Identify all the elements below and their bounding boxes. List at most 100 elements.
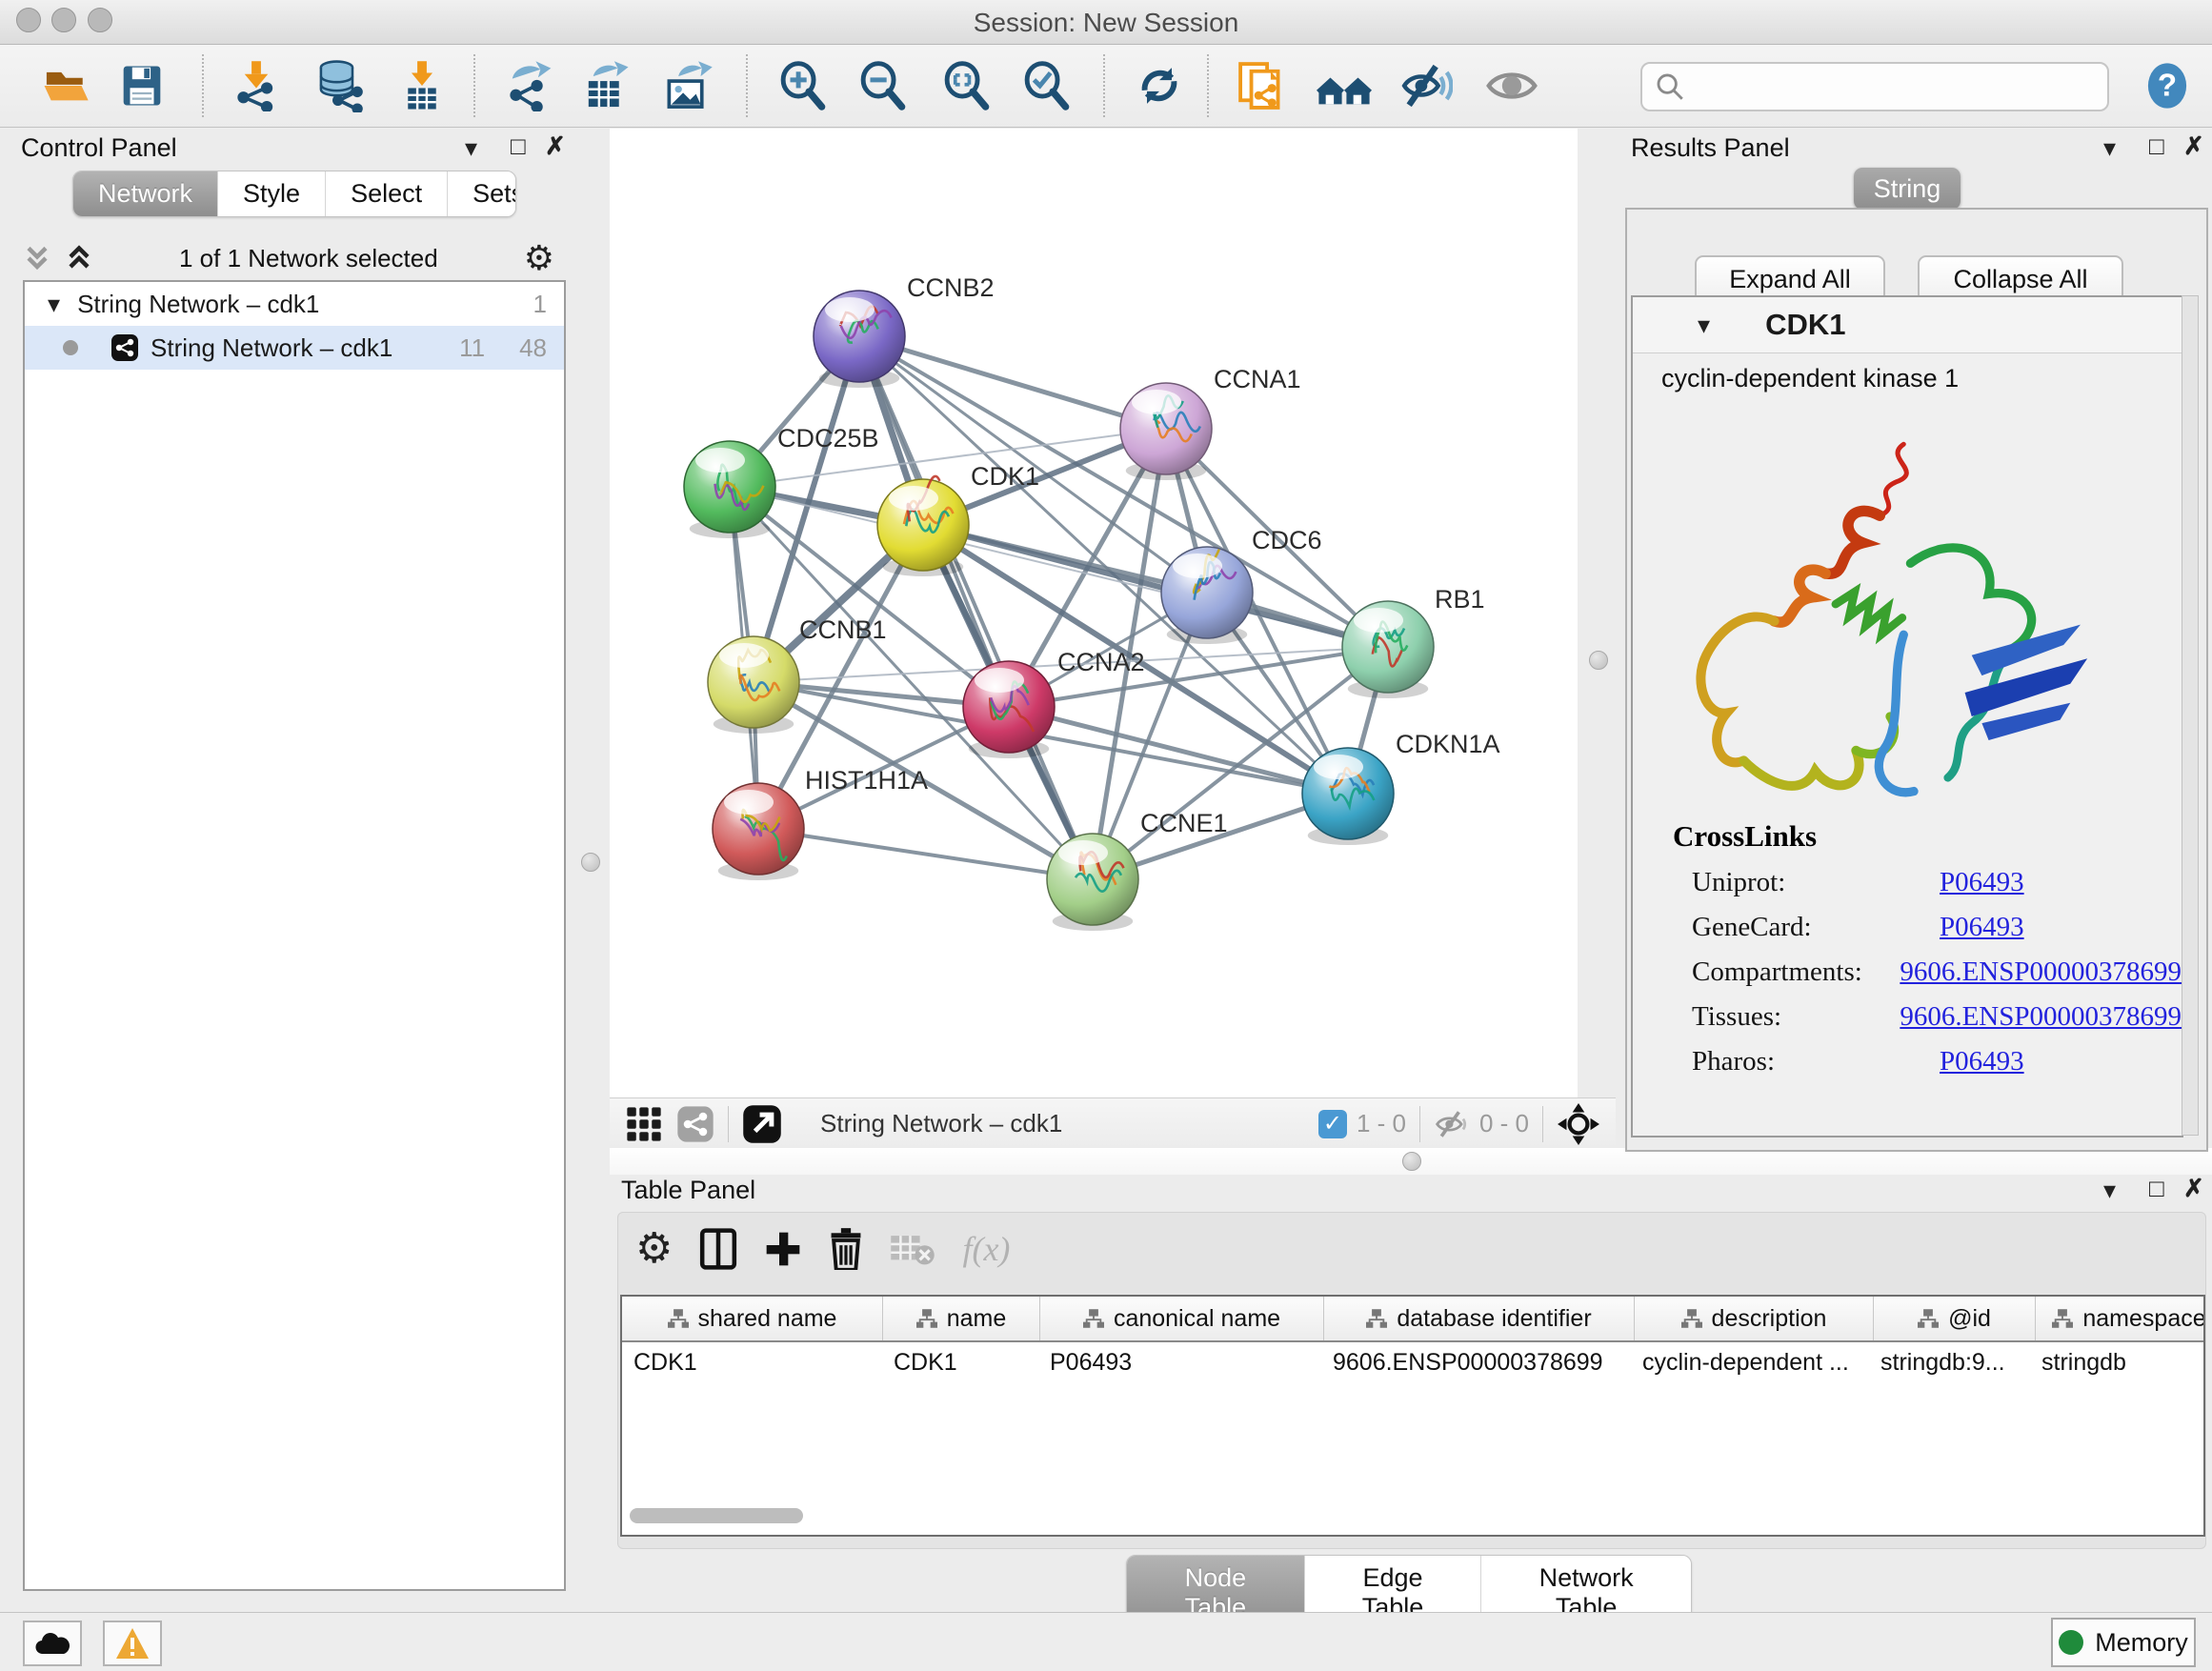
network-share-icon (111, 333, 139, 362)
apply-layout-button[interactable] (1132, 58, 1187, 113)
string-network-graph[interactable]: CCNB2CCNA1CDC25BCDK1CDC6RB1CCNB1CCNA2CDK… (610, 129, 1578, 1097)
table-horizontal-scrollbar[interactable] (630, 1508, 803, 1523)
table-panel-float-button[interactable]: ▾ (2103, 1176, 2116, 1205)
save-session-button[interactable] (114, 58, 170, 113)
horizontal-splitter-handle[interactable] (1402, 1152, 1421, 1171)
add-column-plus-icon[interactable] (764, 1230, 802, 1268)
table-cell[interactable]: 9606.ENSP00000378699 (1321, 1349, 1631, 1377)
network-options-gear-icon[interactable]: ⚙ (524, 238, 554, 278)
network-icon-gray[interactable] (676, 1105, 714, 1143)
crosslink-link[interactable]: 9606.ENSP00000378699 (1900, 956, 2182, 988)
duplicate-network-button[interactable] (1235, 58, 1290, 113)
network-node-cdc25b[interactable]: CDC25B (684, 424, 879, 538)
network-node-rb1[interactable]: RB1 (1342, 585, 1485, 698)
network-row[interactable]: String Network – cdk1 11 48 (25, 326, 564, 370)
network-node-cdc6[interactable]: CDC6 (1161, 526, 1322, 644)
selected-checkbox-icon[interactable]: ✓ (1318, 1110, 1347, 1138)
zoom-in-button[interactable] (775, 58, 831, 113)
protein-expander-icon[interactable]: ▾ (1698, 311, 1710, 340)
warnings-button[interactable] (103, 1621, 162, 1666)
memory-label: Memory (2095, 1628, 2188, 1658)
network-node-ccna1[interactable]: CCNA1 (1120, 365, 1301, 480)
column-header-canonical-name[interactable]: canonical name (1040, 1297, 1324, 1340)
open-in-window-icon[interactable] (742, 1104, 782, 1144)
tab-sets[interactable]: Sets (448, 171, 516, 216)
node-table[interactable]: shared namenamecanonical namedatabase id… (620, 1295, 2205, 1537)
column-header-shared-name[interactable]: shared name (622, 1297, 883, 1340)
column-header-database-identifier[interactable]: database identifier (1324, 1297, 1635, 1340)
help-button[interactable]: ? (2140, 58, 2195, 113)
import-network-database-button[interactable] (312, 58, 367, 113)
network-edge[interactable] (859, 336, 1166, 429)
fit-content-crosshair-icon[interactable] (1557, 1102, 1600, 1146)
results-panel-close-button[interactable]: ✗ (2183, 131, 2204, 161)
collection-expander-icon[interactable]: ▾ (48, 290, 60, 319)
results-scrollbar-track[interactable] (2182, 295, 2199, 1136)
table-cell[interactable]: CDK1 (622, 1349, 882, 1377)
tab-style[interactable]: Style (218, 171, 326, 216)
open-session-button[interactable] (38, 58, 93, 113)
table-cell[interactable]: stringdb (2030, 1349, 2205, 1377)
crosslink-link[interactable]: P06493 (1940, 867, 2024, 898)
network-node-hist1h1a[interactable]: HIST1H1A (713, 766, 928, 880)
collapse-all-chevron-icon[interactable] (23, 242, 51, 274)
memory-button[interactable]: Memory (2051, 1618, 2196, 1667)
show-all-networks-button[interactable] (1317, 58, 1372, 113)
results-tab-string[interactable]: String (1854, 168, 1961, 210)
control-panel-float-button[interactable]: ▾ (465, 133, 477, 163)
cloud-status-button[interactable] (23, 1621, 82, 1666)
tab-select[interactable]: Select (326, 171, 448, 216)
delete-column-trash-icon[interactable] (829, 1228, 863, 1270)
table-cell[interactable]: stringdb:9... (1869, 1349, 2030, 1377)
network-canvas[interactable]: CCNB2CCNA1CDC25BCDK1CDC6RB1CCNB1CCNA2CDK… (610, 129, 1578, 1097)
zoom-out-button[interactable] (855, 58, 911, 113)
network-node-cdk1[interactable]: CDK1 (877, 462, 1039, 576)
table-cell[interactable]: CDK1 (882, 1349, 1038, 1377)
network-node-cdkn1a[interactable]: CDKN1A (1302, 730, 1500, 845)
expand-all-chevron-icon[interactable] (65, 242, 93, 274)
network-edge[interactable] (758, 829, 1093, 879)
export-network-button[interactable] (501, 58, 556, 113)
crosslink-label: Uniprot: (1692, 867, 1940, 898)
export-image-button[interactable] (660, 58, 715, 113)
hide-selected-button[interactable] (1398, 58, 1454, 113)
show-hidden-button[interactable] (1484, 58, 1539, 113)
table-options-gear-icon[interactable]: ⚙ (635, 1224, 673, 1273)
right-splitter-handle[interactable] (1589, 651, 1608, 670)
network-node-ccne1[interactable]: CCNE1 (1047, 809, 1228, 931)
control-panel-close-button[interactable]: ✗ (545, 131, 566, 161)
export-table-button[interactable] (577, 58, 633, 113)
column-header-@id[interactable]: @id (1874, 1297, 2036, 1340)
table-cell[interactable]: cyclin-dependent ... (1631, 1349, 1869, 1377)
search-input[interactable] (1694, 71, 2098, 103)
zoom-selected-button[interactable] (1019, 58, 1075, 113)
network-collection-row[interactable]: ▾ String Network – cdk1 1 (25, 282, 564, 326)
column-header-namespace[interactable]: namespace (2036, 1297, 2205, 1340)
table-data-row[interactable]: CDK1CDK1P064939606.ENSP00000378699cyclin… (622, 1342, 2203, 1382)
search-field[interactable] (1640, 62, 2109, 111)
column-header-description[interactable]: description (1635, 1297, 1874, 1340)
table-panel-splitter[interactable] (610, 1148, 2212, 1175)
crosslink-link[interactable]: 9606.ENSP00000378699 (1900, 1001, 2182, 1033)
zoom-fit-button[interactable] (939, 58, 995, 113)
network-node-ccnb1[interactable]: CCNB1 (708, 615, 887, 734)
table-panel-close-button[interactable]: ✗ (2183, 1174, 2204, 1203)
column-header-name[interactable]: name (883, 1297, 1040, 1340)
tab-network[interactable]: Network (73, 171, 218, 216)
table-cell[interactable]: P06493 (1038, 1349, 1321, 1377)
open-folder-icon (41, 61, 90, 111)
import-network-file-button[interactable] (229, 58, 284, 113)
crosslink-link[interactable]: P06493 (1940, 1046, 2024, 1077)
network-results-splitter[interactable] (1578, 129, 1619, 1097)
control-panel-dock-button[interactable]: □ (511, 131, 526, 161)
grid-view-icon[interactable] (625, 1105, 663, 1143)
left-splitter-handle[interactable] (581, 853, 600, 872)
crosslink-link[interactable]: P06493 (1940, 912, 2024, 943)
node-label: CCNA1 (1214, 365, 1301, 393)
protein-header-row[interactable]: ▾ CDK1 (1633, 297, 2182, 353)
results-panel-float-button[interactable]: ▾ (2103, 133, 2116, 163)
results-panel-dock-button[interactable]: □ (2149, 131, 2164, 161)
show-columns-icon[interactable] (699, 1228, 737, 1270)
table-panel-dock-button[interactable]: □ (2149, 1174, 2164, 1203)
import-table-file-button[interactable] (394, 58, 450, 113)
